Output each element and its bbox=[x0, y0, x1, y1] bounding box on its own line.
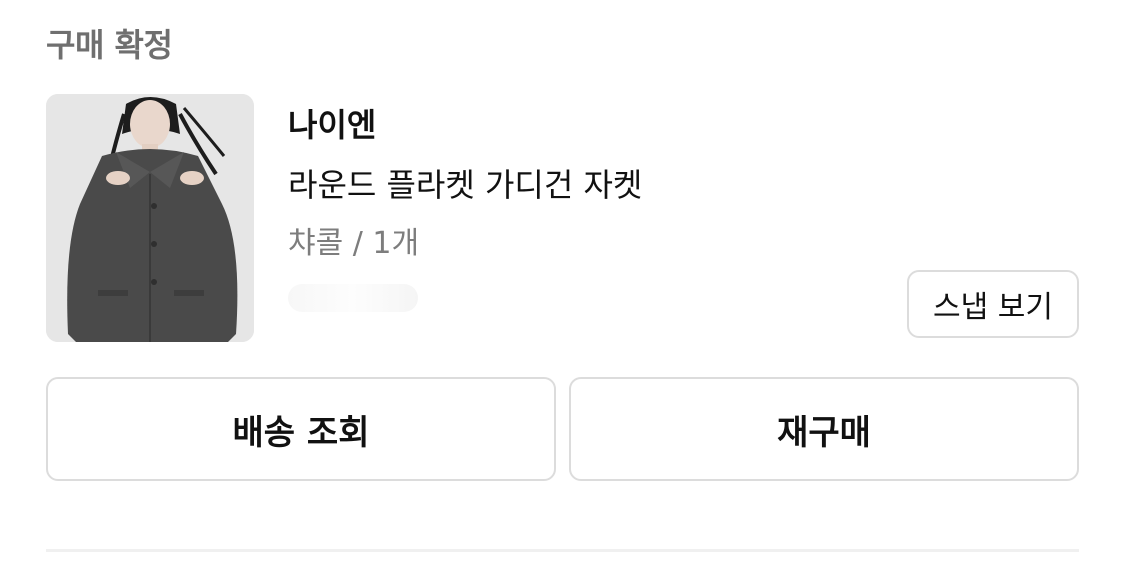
rebuy-button[interactable]: 재구매 bbox=[569, 377, 1079, 481]
product-row[interactable]: 나이엔 라운드 플라켓 가디건 자켓 챠콜 / 1개 스냅 보기 bbox=[46, 94, 1079, 342]
product-thumbnail[interactable] bbox=[46, 94, 254, 342]
blurred-price bbox=[288, 284, 418, 312]
product-option: 챠콜 / 1개 bbox=[288, 226, 420, 261]
order-actions: 배송 조회 재구매 bbox=[46, 377, 1079, 481]
brand-name[interactable]: 나이엔 bbox=[288, 100, 376, 146]
track-delivery-button[interactable]: 배송 조회 bbox=[46, 377, 556, 481]
product-name[interactable]: 라운드 플라켓 가디건 자켓 bbox=[288, 160, 642, 206]
snap-view-button[interactable]: 스냅 보기 bbox=[907, 270, 1079, 338]
order-status-label: 구매 확정 bbox=[46, 26, 173, 64]
product-photo-icon bbox=[46, 94, 254, 342]
section-divider bbox=[46, 549, 1079, 552]
